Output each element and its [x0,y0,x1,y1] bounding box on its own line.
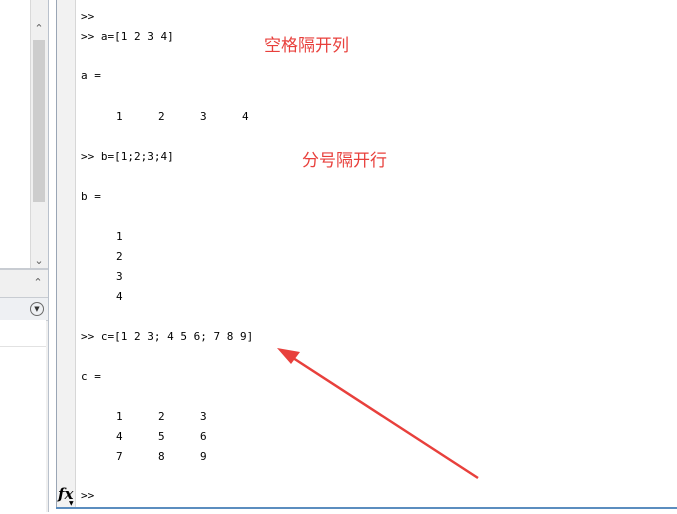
annotation-overlay [277,348,479,480]
annotation-arrow-line [289,354,479,480]
